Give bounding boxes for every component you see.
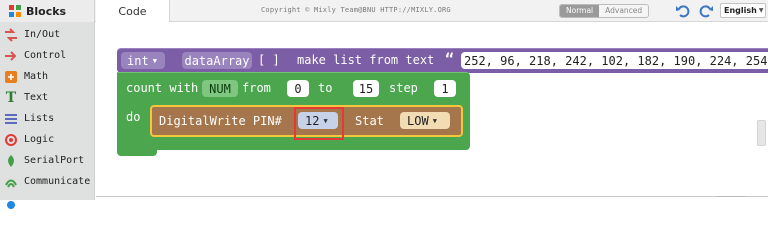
do-label: do — [126, 110, 141, 124]
sidebar-item-in-out[interactable]: In/Out — [0, 24, 95, 45]
list-values-field[interactable]: 252, 96, 218, 242, 102, 182, 190, 224, 2… — [461, 52, 768, 69]
in-out-icon — [4, 27, 18, 42]
math-icon — [4, 70, 18, 84]
from-value-field[interactable]: 0 — [287, 80, 309, 97]
mixly-logo-icon — [9, 5, 21, 17]
count-with-label: count with — [126, 81, 199, 95]
make-list-block[interactable]: int ▼ dataArray [ ] make list from text … — [117, 48, 768, 73]
stat-value: LOW — [407, 113, 429, 128]
step-value-field[interactable]: 1 — [434, 80, 456, 97]
blocks-tab[interactable]: Blocks — [0, 0, 95, 22]
mode-switch[interactable]: Normal Advanced — [559, 4, 650, 18]
loop-variable-field[interactable]: NUM — [202, 80, 238, 97]
from-label: from — [242, 81, 271, 95]
to-value-field[interactable]: 15 — [353, 80, 379, 97]
sidebar-item-label: Text — [24, 92, 49, 103]
top-bar: Blocks Code Copyright © Mixly Team@BNU H… — [0, 0, 768, 22]
mode-advanced-button[interactable]: Advanced — [599, 5, 649, 17]
sidebar-item-text[interactable]: T Text — [0, 87, 95, 108]
communicate-icon — [4, 175, 18, 189]
blocks-tab-label: Blocks — [26, 4, 67, 18]
workspace-horizontal-scrollbar[interactable] — [96, 196, 768, 197]
brackets-label: [ ] — [258, 53, 280, 67]
sidebar-item-control[interactable]: Control — [0, 45, 95, 66]
lists-icon — [4, 112, 18, 126]
logic-icon — [4, 133, 18, 147]
category-sidebar: In/Out Control Math T Text Lists Logic S… — [0, 22, 95, 209]
sidebar-item-label: In/Out — [24, 29, 61, 40]
chevron-down-icon: ▼ — [432, 116, 437, 125]
chevron-down-icon: ▼ — [152, 56, 157, 65]
to-label: to — [318, 81, 333, 95]
sidebar-item-label: Logic — [24, 134, 55, 145]
sidebar-item-label: Lists — [24, 113, 55, 124]
sidebar-item-label: Math — [24, 71, 49, 82]
text-icon: T — [5, 89, 17, 106]
variable-name-field[interactable]: dataArray — [182, 52, 252, 69]
sidebar-item-label: Control — [24, 50, 67, 61]
redo-icon[interactable] — [697, 2, 715, 20]
workspace-vertical-scrollbar[interactable] — [757, 120, 766, 146]
sidebar-item-logic[interactable]: Logic — [0, 129, 95, 150]
step-label: step — [389, 81, 418, 95]
pin-highlight-box — [294, 107, 344, 140]
type-dropdown[interactable]: int ▼ — [121, 52, 165, 69]
language-value: English — [724, 6, 757, 15]
make-list-label: make list from text — [297, 53, 435, 67]
sidebar-item-lists[interactable]: Lists — [0, 108, 95, 129]
quote-icon: “ — [445, 50, 455, 68]
code-tab[interactable]: Code — [96, 0, 170, 22]
control-icon — [4, 49, 18, 63]
loop-block-foot — [117, 144, 157, 156]
sidebar-item-communicate[interactable]: Communicate — [0, 171, 95, 192]
partial-category-icon — [4, 196, 18, 210]
sidebar-item-math[interactable]: Math — [0, 66, 95, 87]
digital-write-label: DigitalWrite PIN# — [159, 114, 282, 128]
stat-dropdown[interactable]: LOW ▼ — [400, 112, 450, 129]
type-value: int — [127, 53, 149, 68]
sidebar-item-partial[interactable] — [0, 192, 95, 213]
chevron-down-icon: ▼ — [758, 7, 764, 14]
sidebar-item-label: SerialPort — [24, 155, 85, 166]
language-select[interactable]: English ▼ — [720, 3, 766, 18]
sidebar-item-label: Communicate — [24, 176, 91, 187]
stat-label: Stat — [355, 114, 384, 128]
mode-normal-button[interactable]: Normal — [560, 5, 600, 17]
sidebar-item-serialport[interactable]: SerialPort — [0, 150, 95, 171]
serialport-icon — [4, 154, 18, 168]
undo-icon[interactable] — [674, 2, 692, 20]
copyright-text: Copyright © Mixly Team@BNU HTTP://MIXLY.… — [261, 6, 451, 14]
